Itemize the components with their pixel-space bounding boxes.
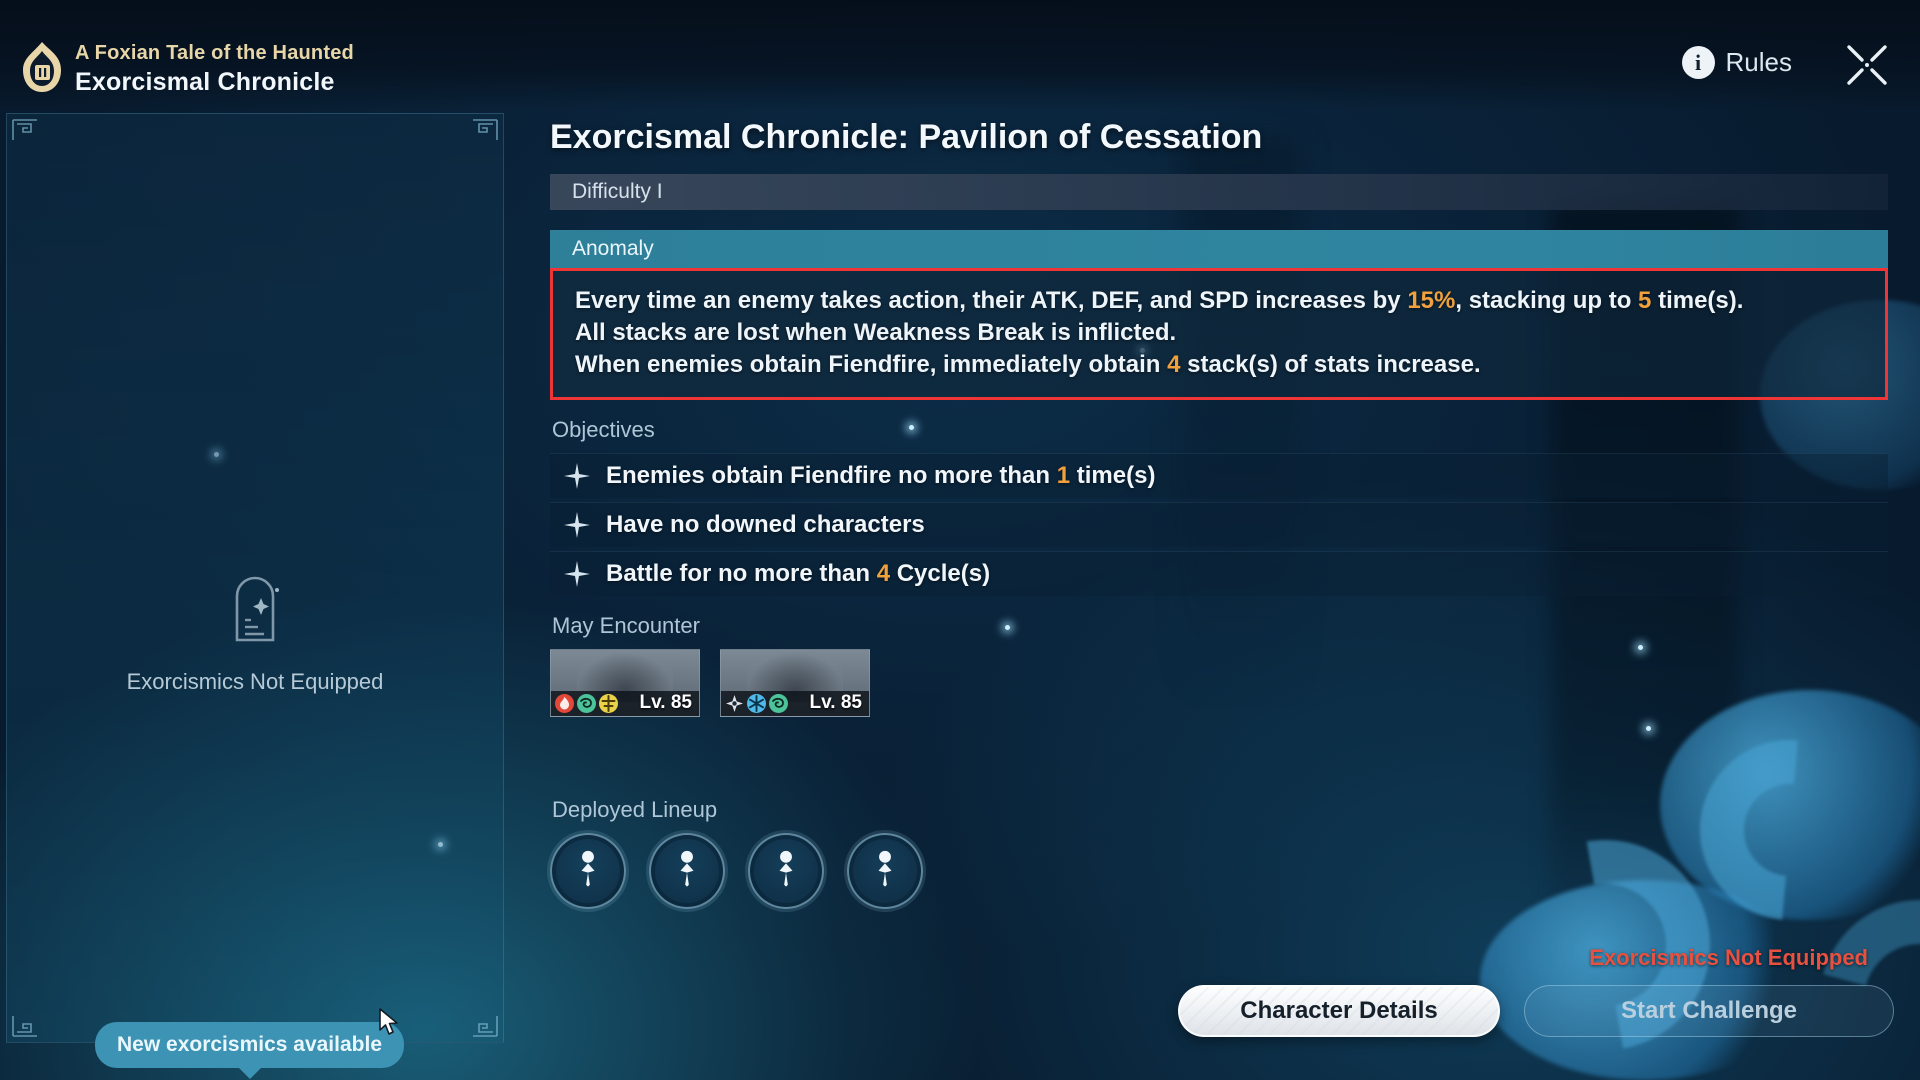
text-run: Enemies obtain Fiendfire no more than (606, 461, 1057, 489)
flame-lantern-icon (16, 40, 68, 94)
ornament-corner-icon (12, 1015, 38, 1037)
tooltip-label: New exorcismics available (117, 1033, 382, 1056)
character-details-label: Character Details (1240, 997, 1438, 1024)
may-encounter-label: May Encounter (552, 612, 700, 638)
tooltip-arrow-icon (237, 1067, 262, 1079)
objective-row: Battle for no more than 4 Cycle(s) (550, 550, 1888, 596)
objective-text: Have no downed characters (606, 511, 925, 539)
empty-slot-label: Exorcismics Not Equipped (126, 669, 384, 694)
highlighted-value: 4 (876, 559, 891, 587)
mouse-pointer-icon (378, 1008, 400, 1036)
star-burst-icon (564, 560, 590, 587)
rules-button-label: Rules (1725, 47, 1792, 77)
enemy-level: Lv. 85 (809, 692, 862, 714)
start-challenge-label: Start Challenge (1620, 997, 1798, 1024)
character-details-button[interactable]: Character Details (1178, 985, 1500, 1037)
star-burst-icon (564, 511, 590, 538)
stage-detail-content: Exorcismal Chronicle: Pavilion of Cessat… (550, 118, 1890, 909)
highlighted-value: 1 (1056, 461, 1071, 489)
ornament-corner-icon (472, 119, 498, 141)
anomaly-description: Every time an enemy takes action, their … (550, 268, 1888, 400)
enemy-card[interactable]: Lv. 85 (720, 648, 870, 717)
text-run: Every time an enemy takes action, their … (575, 287, 1408, 314)
enemy-level: Lv. 85 (639, 692, 692, 714)
deployed-lineup-label: Deployed Lineup (552, 796, 718, 822)
empty-character-icon (773, 849, 799, 892)
anomaly-line: Every time an enemy takes action, their … (575, 285, 1863, 317)
text-run: time(s) (1070, 461, 1156, 489)
lineup-slot[interactable] (550, 832, 626, 909)
quantum-element-icon (725, 694, 744, 713)
anomaly-line: All stacks are lost when Weakness Break … (575, 317, 1863, 349)
lineup-slot[interactable] (748, 832, 824, 909)
highlighted-value: 15% (1407, 287, 1456, 314)
objective-text: Enemies obtain Fiendfire no more than 1 … (606, 462, 1155, 490)
objective-row: Enemies obtain Fiendfire no more than 1 … (550, 452, 1888, 498)
text-run: When enemies obtain Fiendfire, immediate… (575, 350, 1168, 378)
info-icon: i (1681, 46, 1715, 79)
objective-row: Have no downed characters (550, 501, 1888, 547)
ornament-corner-icon (12, 119, 38, 141)
objective-text: Battle for no more than 4 Cycle(s) (606, 560, 990, 588)
highlighted-value: 5 (1638, 287, 1652, 314)
imaginary-element-icon (599, 693, 618, 713)
deployed-lineup-slots (550, 832, 1890, 909)
empty-character-icon (575, 849, 601, 892)
text-run: Cycle(s) (890, 559, 991, 587)
rules-button[interactable]: i Rules (1681, 46, 1792, 79)
wind-element-icon (769, 693, 788, 713)
highlighted-value: 4 (1167, 350, 1181, 378)
text-run: time(s). (1651, 287, 1744, 314)
exorcismics-panel: Exorcismics Not Equipped New exorcismics… (6, 113, 504, 1079)
text-run: All stacks are lost when Weakness Break … (575, 318, 1177, 346)
wind-element-icon (577, 693, 596, 713)
may-encounter-list: Lv. 85 Lv. 85 (550, 648, 1890, 717)
star-burst-icon (564, 462, 590, 489)
empty-character-icon (872, 849, 898, 892)
close-icon[interactable] (1844, 42, 1890, 88)
start-challenge-button[interactable]: Start Challenge (1524, 985, 1894, 1037)
lineup-slot[interactable] (847, 832, 923, 909)
event-title: Exorcismal Chronicle (75, 68, 335, 96)
enemy-card[interactable]: Lv. 85 (550, 648, 700, 717)
empty-exorcismic-tablet-icon (227, 574, 283, 649)
text-run: Battle for no more than (606, 559, 877, 587)
empty-exorcismics-placeholder: Exorcismics Not Equipped (7, 574, 503, 695)
anomaly-header-label: Anomaly (572, 237, 654, 260)
status-badge: Exorcismics Not Equipped (1589, 945, 1868, 970)
text-run: Have no downed characters (606, 510, 925, 538)
empty-character-icon (674, 849, 700, 892)
top-bar: A Foxian Tale of the Haunted Exorcismal … (0, 0, 1920, 110)
text-run: stack(s) of stats increase. (1180, 350, 1481, 378)
anomaly-header: Anomaly (550, 230, 1888, 268)
text-run: , stacking up to (1455, 287, 1639, 314)
lineup-slot[interactable] (649, 832, 725, 909)
ornament-corner-icon (472, 1015, 498, 1037)
anomaly-line: When enemies obtain Fiendfire, immediate… (575, 349, 1863, 381)
enemy-card-footer: Lv. 85 (551, 690, 699, 716)
difficulty-bar: Difficulty I (550, 174, 1888, 210)
objectives-label: Objectives (552, 416, 655, 442)
new-exorcismics-tooltip: New exorcismics available (95, 1022, 404, 1079)
difficulty-label: Difficulty I (572, 180, 663, 203)
ice-element-icon (747, 693, 766, 713)
enemy-card-footer: Lv. 85 (721, 690, 869, 716)
objectives-list: Enemies obtain Fiendfire no more than 1 … (550, 452, 1890, 596)
event-subtitle: A Foxian Tale of the Haunted (75, 42, 354, 64)
page-title: Exorcismal Chronicle: Pavilion of Cessat… (550, 118, 1263, 156)
fire-element-icon (555, 693, 574, 713)
